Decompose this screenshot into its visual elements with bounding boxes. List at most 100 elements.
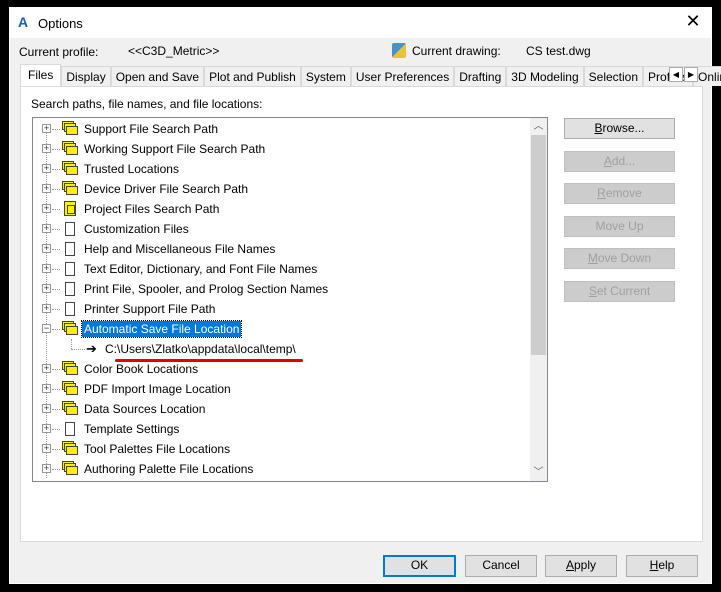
tree-line (52, 329, 60, 330)
options-dialog: A Options ✕ Current profile: <<C3D_Metri… (9, 7, 721, 584)
tree-line (52, 449, 60, 450)
expand-icon[interactable]: + (42, 144, 51, 153)
project-files-icon (64, 201, 76, 216)
expand-icon[interactable]: + (42, 304, 51, 313)
expand-icon[interactable]: + (42, 244, 51, 253)
set-current-button[interactable]: Set Current (564, 280, 675, 302)
tab-system[interactable]: System (300, 66, 351, 86)
tree-item-label: Working Support File Search Path (84, 142, 266, 156)
expand-icon[interactable]: + (42, 464, 51, 473)
tree-line (52, 249, 60, 250)
tree-item[interactable]: + Data Sources Location (33, 399, 528, 419)
open-folders-icon (62, 321, 79, 336)
tree-line (52, 309, 60, 310)
folders-icon (62, 121, 79, 136)
tree-item[interactable]: + Template Settings (33, 419, 528, 439)
tab-drafting[interactable]: Drafting (454, 66, 507, 86)
tree-item-label: Help and Miscellaneous File Names (84, 242, 276, 256)
help-button[interactable]: Help (626, 555, 698, 577)
tree-item[interactable]: + Print File, Spooler, and Prolog Section… (33, 279, 528, 299)
expand-icon[interactable]: + (42, 224, 51, 233)
tree-item-label: Automatic Save File Location (80, 320, 243, 338)
tree-item[interactable]: + Help and Miscellaneous File Names (33, 239, 528, 259)
tree-scrollbar[interactable]: ︿ ﹀ (530, 118, 547, 481)
tree-item[interactable]: + Authoring Palette File Locations (33, 459, 528, 479)
window-title: Options (38, 16, 83, 31)
tree-item-label: Tool Palettes File Locations (84, 442, 231, 456)
tree-item[interactable]: + Working Support File Search Path (33, 139, 528, 159)
collapse-icon[interactable]: − (42, 324, 51, 333)
tree-item[interactable]: − Automatic Save File Location (33, 319, 528, 339)
folders-icon (62, 141, 79, 156)
tree-item[interactable]: + Device Driver File Search Path (33, 179, 528, 199)
tree-item[interactable]: + Support File Search Path (33, 119, 528, 139)
tab-scroll-left-icon[interactable]: ◀ (669, 67, 683, 82)
tab-open-and-save[interactable]: Open and Save (110, 66, 205, 86)
tree-item-label: Customization Files (84, 222, 189, 236)
folders-icon (62, 461, 79, 476)
tab-selection[interactable]: Selection (583, 66, 644, 86)
close-icon[interactable]: ✕ (681, 11, 705, 32)
scroll-thumb[interactable] (531, 135, 546, 355)
folders-icon (62, 441, 79, 456)
document-icon (65, 242, 75, 256)
tab-files[interactable]: Files (20, 64, 62, 86)
ok-button[interactable]: OK (383, 555, 456, 577)
document-icon (65, 422, 75, 436)
file-tree[interactable]: ︿ ﹀ + Support File Search Path + Working Su… (32, 117, 548, 482)
expand-icon[interactable]: + (42, 424, 51, 433)
expand-icon[interactable]: + (42, 204, 51, 213)
search-paths-label: Search paths, file names, and file locat… (31, 97, 263, 111)
tree-item-label: Template Settings (84, 422, 180, 436)
tree-item-label: Print File, Spooler, and Prolog Section … (84, 282, 329, 296)
current-profile-label: Current profile: (19, 45, 99, 59)
folders-icon (62, 401, 79, 416)
apply-button[interactable]: Apply (545, 555, 617, 577)
remove-button[interactable]: Remove (564, 183, 675, 204)
tree-item[interactable]: + Color Book Locations (33, 359, 528, 379)
tree-item[interactable]: + Text Editor, Dictionary, and Font File … (33, 259, 528, 279)
tree-item[interactable]: + Customization Files (33, 219, 528, 239)
expand-icon[interactable]: + (42, 404, 51, 413)
tree-item-label: Authoring Palette File Locations (84, 462, 254, 476)
tab-plot-and-publish[interactable]: Plot and Publish (204, 66, 301, 86)
tab-bar: Files Display Open and Save Plot and Publis… (20, 64, 721, 86)
expand-icon[interactable]: + (42, 164, 51, 173)
expand-icon[interactable]: + (42, 284, 51, 293)
current-drawing-label: Current drawing: (412, 44, 501, 58)
expand-icon[interactable]: + (42, 384, 51, 393)
tree-line (52, 409, 60, 410)
scroll-down-icon[interactable]: ﹀ (530, 464, 547, 481)
scroll-up-icon[interactable]: ︿ (530, 118, 547, 135)
expand-icon[interactable]: + (42, 264, 51, 273)
expand-icon[interactable]: + (42, 364, 51, 373)
tab-display[interactable]: Display (61, 66, 111, 86)
move-down-button[interactable]: Move Down (564, 248, 675, 269)
tree-line (52, 389, 60, 390)
browse-button[interactable]: Browse... (564, 118, 675, 139)
add-button[interactable]: Add... (564, 150, 675, 172)
tree-item[interactable]: + Trusted Locations (33, 159, 528, 179)
tree-item-label: Support File Search Path (84, 122, 219, 136)
tree-item[interactable]: + Printer Support File Path (33, 299, 528, 319)
expand-icon[interactable]: + (42, 124, 51, 133)
expand-icon[interactable]: + (42, 184, 51, 193)
tree-line (52, 229, 60, 230)
tree-line (71, 349, 85, 350)
tree-item[interactable]: + PDF Import Image Location (33, 379, 528, 399)
tab-scroll-right-icon[interactable]: ▶ (684, 67, 698, 82)
tab-3d-modeling[interactable]: 3D Modeling (506, 66, 584, 86)
tree-item-label: Project Files Search Path (84, 202, 220, 216)
expand-icon[interactable]: + (42, 444, 51, 453)
tree-item[interactable]: + Project Files Search Path (33, 199, 528, 219)
tree-item[interactable]: + Tool Palettes File Locations (33, 439, 528, 459)
tree-item-label: Printer Support File Path (84, 302, 216, 316)
tab-user-preferences[interactable]: User Preferences (350, 66, 455, 86)
tree-child-item[interactable]: ➔ C:\Users\Zlatko\appdata\local\temp\ (33, 339, 528, 359)
arrow-right-icon: ➔ (86, 341, 97, 356)
move-up-button[interactable]: Move Up (564, 215, 675, 237)
autosave-path[interactable]: C:\Users\Zlatko\appdata\local\temp\ (103, 341, 298, 357)
title-bar: A Options ✕ (10, 8, 711, 38)
tree-item-label: Color Book Locations (84, 362, 199, 376)
cancel-button[interactable]: Cancel (465, 555, 537, 577)
